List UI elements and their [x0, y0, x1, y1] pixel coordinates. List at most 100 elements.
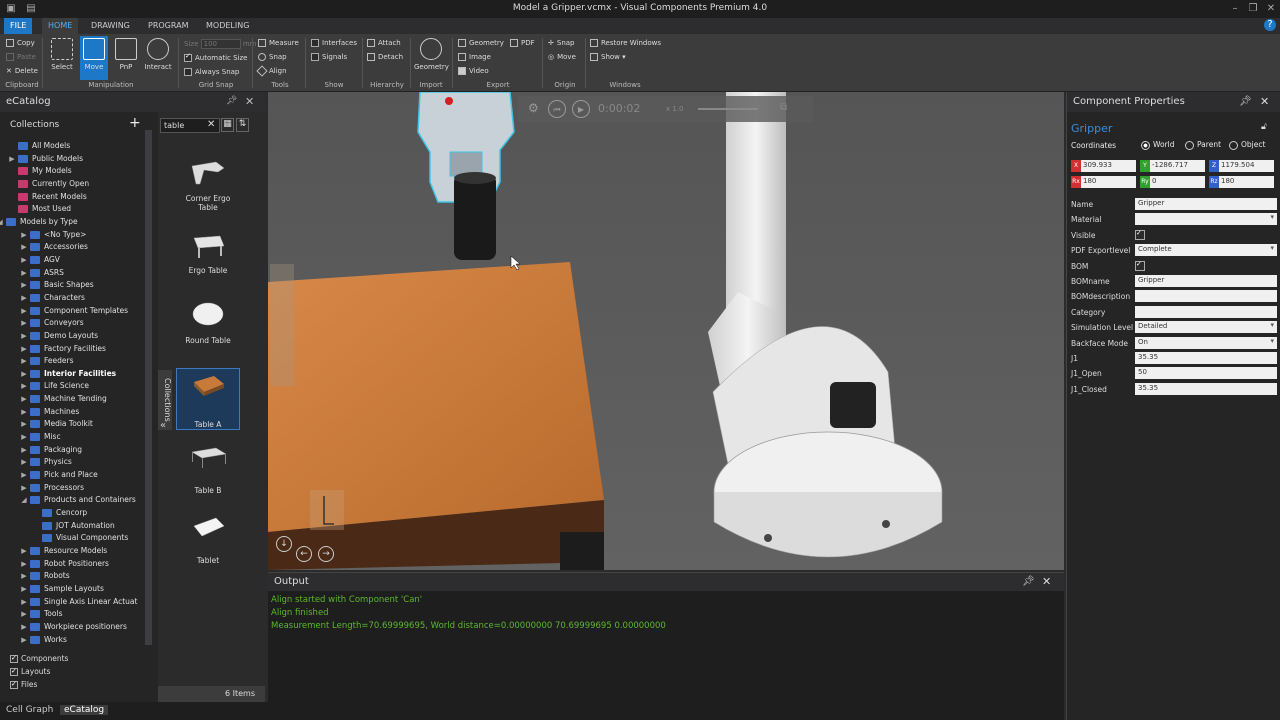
interact-button[interactable]: Interact — [144, 36, 172, 71]
copy-button[interactable]: Copy — [6, 39, 35, 47]
play-icon[interactable]: ▶ — [572, 100, 590, 118]
property-dropdown[interactable]: Complete — [1135, 244, 1277, 257]
property-field[interactable]: Gripper — [1135, 275, 1277, 287]
automatic-size-checkbox[interactable]: Automatic Size — [184, 54, 248, 62]
property-dropdown[interactable]: Detailed — [1135, 321, 1277, 334]
tree-item[interactable]: ▶ Robot Positioners — [0, 558, 150, 571]
property-dropdown[interactable] — [1135, 213, 1277, 226]
expand-icon[interactable]: ▶ — [20, 319, 28, 327]
close-properties-icon[interactable]: ✕ — [1260, 95, 1269, 108]
expand-icon[interactable]: ▶ — [20, 345, 28, 353]
close-ecatalog-icon[interactable]: ✕ — [245, 95, 254, 108]
tree-item[interactable]: ▶ AGV — [0, 254, 150, 267]
result-item-table-a[interactable]: Table A — [176, 368, 240, 430]
tree-item[interactable]: ▶ Life Science — [0, 380, 150, 393]
sort-icon[interactable]: ⇅ — [236, 118, 249, 132]
expand-icon[interactable]: ▶ — [20, 243, 28, 251]
expand-icon[interactable]: ▶ — [20, 357, 28, 365]
property-field[interactable]: 35.35 — [1135, 382, 1277, 395]
tree-item[interactable]: JOT Automation — [0, 520, 150, 533]
tree-item[interactable]: ▶ Demo Layouts — [0, 330, 150, 343]
close-output-icon[interactable]: ✕ — [1042, 575, 1051, 588]
property-field[interactable]: 35.35 — [1135, 352, 1277, 364]
tab-cell-graph[interactable]: Cell Graph — [6, 705, 53, 715]
tree-item[interactable]: ▶ <No Type> — [0, 229, 150, 242]
expand-icon[interactable]: ▶ — [20, 294, 28, 302]
sim-settings-icon[interactable]: ⚙ — [528, 101, 539, 115]
grid-view-icon[interactable]: ▦ — [221, 118, 234, 132]
expand-icon[interactable]: ▶ — [20, 408, 28, 416]
tree-item[interactable]: ▶ Machines — [0, 406, 150, 419]
expand-icon[interactable]: ▶ — [20, 281, 28, 289]
viewport-toolbar[interactable] — [270, 264, 294, 386]
pnp-button[interactable]: PnP — [112, 36, 140, 71]
video-button[interactable]: Video — [458, 67, 489, 75]
expand-icon[interactable]: ▶ — [20, 307, 28, 315]
expand-icon[interactable]: ▶ — [8, 155, 16, 163]
tab-program[interactable]: PROGRAM — [142, 18, 195, 34]
expand-icon[interactable]: ▶ — [20, 370, 28, 378]
expand-icon[interactable]: ▶ — [20, 231, 28, 239]
tab-drawing[interactable]: DRAWING — [85, 18, 136, 34]
result-item-tablet[interactable]: Tablet — [176, 512, 240, 565]
snap-tool-button[interactable]: Snap — [258, 53, 287, 61]
tree-item[interactable]: ▶ Misc — [0, 431, 150, 444]
tree-item[interactable]: My Models — [0, 165, 150, 178]
expand-icon[interactable]: ▶ — [20, 585, 28, 593]
tree-item[interactable]: Currently Open — [0, 178, 150, 191]
tree-item[interactable]: ▶ ASRS — [0, 267, 150, 280]
attach-button[interactable]: Attach — [367, 39, 401, 47]
origin-snap-button[interactable]: ✛ Snap — [548, 39, 575, 47]
tree-item[interactable]: ▶ Workpiece positioners — [0, 621, 150, 634]
measure-button[interactable]: Measure — [258, 39, 299, 47]
tree-item[interactable]: ▶ Resource Models — [0, 545, 150, 558]
tree-item[interactable]: Most Used — [0, 203, 150, 216]
tab-modeling[interactable]: MODELING — [200, 18, 255, 34]
properties-pin-icon[interactable]: 📌︎ — [1239, 96, 1252, 107]
collections-scrollbar[interactable] — [145, 130, 152, 645]
image-button[interactable]: Image — [458, 53, 491, 61]
tree-item[interactable]: Cencorp — [0, 507, 150, 520]
result-item-corner-ergo-table[interactable]: Corner Ergo Table — [176, 158, 240, 212]
nav-down-icon[interactable]: ↓ — [276, 536, 292, 552]
coord-object-radio[interactable]: Object — [1229, 140, 1265, 150]
property-field[interactable]: Gripper — [1135, 198, 1277, 210]
tree-item[interactable]: ▶ Tools — [0, 608, 150, 621]
tree-item[interactable]: ▶ Machine Tending — [0, 393, 150, 406]
property-field[interactable] — [1135, 305, 1277, 318]
y-field[interactable]: Y -1286.717 — [1140, 160, 1205, 172]
expand-icon[interactable]: ▶ — [20, 446, 28, 454]
tree-item[interactable]: ▶ Characters — [0, 292, 150, 305]
coord-world-radio[interactable]: World — [1141, 140, 1175, 150]
tree-item[interactable]: ▶ Media Toolkit — [0, 418, 150, 431]
rz-field[interactable]: Rz 180 — [1209, 176, 1274, 188]
tab-home[interactable]: HOME — [42, 18, 79, 34]
expand-icon[interactable]: ▶ — [20, 433, 28, 441]
collapse-icon[interactable]: « — [160, 420, 166, 431]
3d-viewport[interactable]: ↓ ← → ⚙ ⏮ ▶ 0:00:02 x 1.0 ⧉ — [268, 92, 1064, 570]
tab-ecatalog[interactable]: eCatalog — [60, 705, 109, 715]
expand-icon[interactable]: ▶ — [20, 636, 28, 644]
tree-item[interactable]: ▶ Conveyors — [0, 317, 150, 330]
tree-item[interactable]: ◢ Models by Type — [0, 216, 150, 229]
restore-windows-button[interactable]: Restore Windows — [590, 39, 661, 47]
always-snap-checkbox[interactable]: Always Snap — [184, 68, 239, 76]
property-checkbox[interactable] — [1135, 260, 1145, 271]
files-filter-checkbox[interactable]: Files — [10, 680, 37, 689]
pin-icon[interactable]: 📌︎ — [226, 96, 237, 106]
export-geometry-button[interactable]: Geometry — [458, 39, 504, 47]
interfaces-checkbox[interactable]: Interfaces — [311, 39, 357, 47]
record-icon[interactable]: ⧉ — [780, 102, 787, 113]
expand-icon[interactable]: ▶ — [20, 395, 28, 403]
expand-icon[interactable]: ▶ — [20, 256, 28, 264]
tree-item[interactable]: All Models — [0, 140, 150, 153]
layouts-filter-checkbox[interactable]: Layouts — [10, 667, 50, 676]
tree-item[interactable]: ▶ Sample Layouts — [0, 583, 150, 596]
tree-item[interactable]: Recent Models — [0, 191, 150, 204]
clear-search-icon[interactable]: ✕ — [207, 119, 215, 130]
ry-field[interactable]: Ry 0 — [1140, 176, 1205, 188]
rewind-icon[interactable]: ⏮ — [548, 100, 566, 118]
collapse-tree-icon[interactable]: ◢ — [20, 496, 28, 504]
tree-item[interactable]: Visual Components — [0, 532, 150, 545]
nav-right-icon[interactable]: → — [318, 546, 334, 562]
